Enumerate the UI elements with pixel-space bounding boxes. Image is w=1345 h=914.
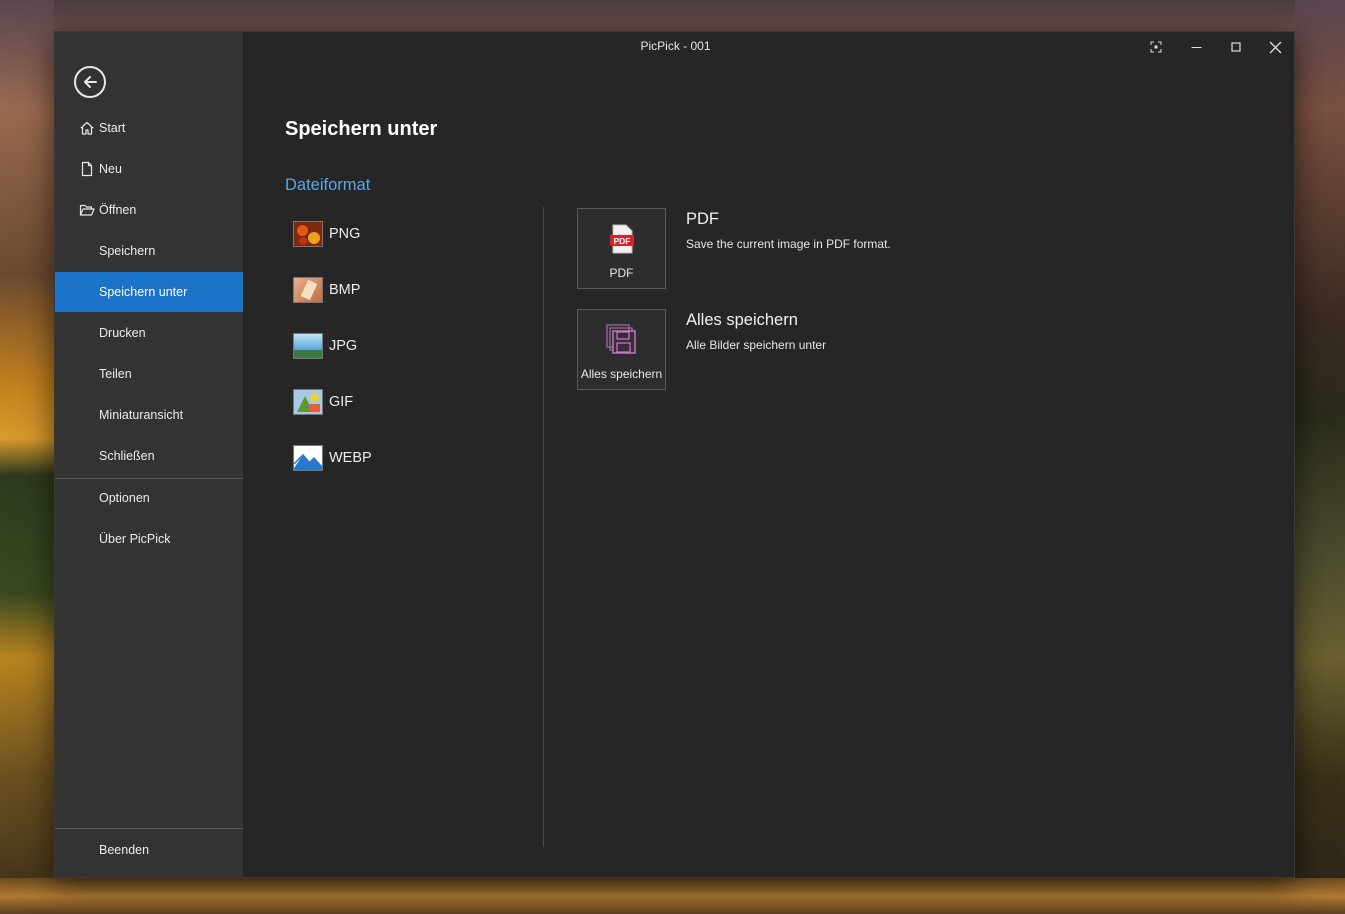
folder-open-icon [79, 204, 95, 216]
sidebar-item-label: Speichern [99, 244, 156, 258]
sidebar-item-start[interactable]: Start [55, 108, 243, 148]
sidebar-divider [55, 828, 243, 829]
sidebar-item-neu[interactable]: Neu [55, 149, 243, 189]
window-title: PicPick - 001 [640, 39, 711, 53]
home-icon [80, 121, 94, 135]
save-all-option-description: Alle Bilder speichern unter [686, 338, 827, 352]
pdf-button[interactable]: PDF PDF [577, 208, 666, 289]
format-bmp[interactable]: BMP [293, 272, 523, 308]
format-label: PNG [329, 226, 361, 242]
sidebar: Start Neu Öffnen Speichern Speichern unt… [55, 32, 243, 877]
sidebar-item-label: Start [99, 121, 126, 135]
save-all-option-title: Alles speichern [686, 311, 798, 329]
sidebar-item-label: Miniaturansicht [99, 408, 184, 422]
sidebar-item-teilen[interactable]: Teilen [55, 354, 243, 394]
sidebar-item-label: Über PicPick [99, 532, 171, 546]
sidebar-item-optionen[interactable]: Optionen [55, 478, 243, 518]
new-file-icon [81, 161, 93, 177]
desktop-wallpaper-bottom [0, 878, 1345, 914]
desktop-wallpaper-left [0, 0, 54, 914]
svg-text:PDF: PDF [614, 236, 631, 246]
save-all-button[interactable]: Alles speichern [577, 309, 666, 390]
sidebar-item-label: Drucken [99, 326, 146, 340]
sidebar-item-ueber-picpick[interactable]: Über PicPick [55, 519, 243, 559]
capture-button[interactable] [1136, 32, 1176, 62]
arrow-left-icon [84, 76, 97, 88]
app-window: Start Neu Öffnen Speichern Speichern unt… [54, 31, 1295, 878]
format-png[interactable]: PNG [293, 216, 523, 252]
format-label: WEBP [329, 450, 372, 466]
sidebar-item-label: Speichern unter [99, 285, 188, 299]
desktop-wallpaper-right [1295, 0, 1345, 914]
format-label: GIF [329, 394, 354, 410]
bmp-image-icon [293, 277, 323, 303]
sidebar-item-oeffnen[interactable]: Öffnen [55, 190, 243, 230]
pdf-option-description: Save the current image in PDF format. [686, 237, 891, 251]
gif-image-icon [293, 389, 323, 415]
pdf-option-title: PDF [686, 210, 719, 228]
minimize-button[interactable] [1176, 32, 1216, 62]
webp-image-icon [293, 445, 323, 471]
sidebar-item-label: Neu [99, 162, 122, 176]
sidebar-item-beenden[interactable]: Beenden [55, 830, 243, 870]
sidebar-item-label: Optionen [99, 491, 150, 505]
save-all-icon [606, 324, 636, 354]
sidebar-item-schliessen[interactable]: Schließen [55, 436, 243, 476]
pdf-tile-label: PDF [609, 266, 634, 280]
format-label: JPG [329, 338, 358, 354]
mountain-icon [294, 453, 322, 470]
sidebar-item-speichern-unter[interactable]: Speichern unter [55, 272, 243, 312]
pdf-file-icon: PDF [610, 224, 634, 254]
sidebar-item-label: Teilen [99, 367, 132, 381]
back-button[interactable] [74, 66, 106, 98]
capture-icon [1150, 41, 1162, 53]
save-all-tile-label: Alles speichern [580, 367, 663, 381]
sidebar-item-drucken[interactable]: Drucken [55, 313, 243, 353]
close-icon [1269, 41, 1281, 53]
sidebar-item-label: Beenden [99, 843, 150, 857]
jpg-image-icon [293, 333, 323, 359]
png-image-icon [293, 221, 323, 247]
section-title: Dateiformat [285, 176, 371, 194]
format-webp[interactable]: WEBP [293, 440, 523, 476]
sidebar-item-label: Schließen [99, 449, 155, 463]
format-label: BMP [329, 282, 361, 298]
sidebar-item-speichern[interactable]: Speichern [55, 231, 243, 271]
sidebar-item-label: Öffnen [99, 203, 137, 217]
sidebar-item-miniaturansicht[interactable]: Miniaturansicht [55, 395, 243, 435]
minimize-icon [1191, 46, 1201, 48]
format-gif[interactable]: GIF [293, 384, 523, 420]
maximize-icon [1231, 42, 1241, 52]
maximize-button[interactable] [1216, 32, 1256, 62]
close-button[interactable] [1255, 32, 1295, 62]
title-bar: PicPick - 001 [55, 32, 1296, 62]
content-divider [543, 207, 544, 847]
page-title: Speichern unter [285, 118, 438, 140]
format-jpg[interactable]: JPG [293, 328, 523, 364]
